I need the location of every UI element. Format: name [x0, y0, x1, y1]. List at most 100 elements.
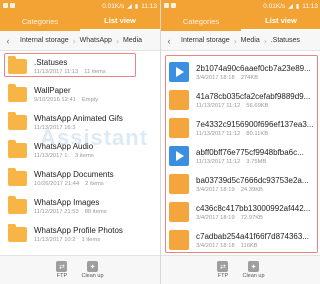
item-date: 11/13/2017 10:2: [34, 236, 76, 243]
tab-categories[interactable]: Categories: [161, 12, 241, 31]
item-size: 72.97KB: [240, 214, 263, 221]
item-name: WhatsApp Profile Photos: [34, 225, 123, 235]
item-size: 3.75MB: [246, 158, 267, 165]
item-name: WallPaper: [34, 85, 71, 95]
breadcrumb: ‹ Internal storage › Media › .Statuses: [161, 31, 320, 51]
folder-icon: [8, 139, 27, 158]
item-name: WhatsApp Animated Gifs: [34, 113, 123, 123]
item-name: .Statuses: [34, 57, 68, 67]
item-detail: Empty: [81, 96, 99, 103]
item-size: 24.39KB: [240, 186, 263, 193]
list-item[interactable]: abff0bff76e775cf9948bfba6c... 11/13/2017…: [161, 142, 320, 170]
image-thumbnail: [169, 118, 189, 138]
clean-up-label: Clean up: [242, 273, 265, 279]
item-name: 2b1074a90c6aaef0cb7a23e89...: [196, 63, 311, 73]
clean-up-label: Clean up: [81, 273, 104, 279]
list-item[interactable]: 7e4332c9156900f696ef137ea3... 11/13/2017…: [161, 114, 320, 142]
item-date: 9/10/2016 12:41: [34, 96, 76, 103]
ftp-icon: ⇄: [56, 261, 68, 272]
tab-list-view[interactable]: List view: [80, 12, 160, 31]
ftp-button[interactable]: ⇄ FTP: [56, 261, 68, 279]
list-item[interactable]: WallPaper 9/10/2016 12:41 Empty: [0, 80, 160, 108]
folder-icon: [8, 83, 27, 102]
crumb-internal-storage[interactable]: Internal storage: [16, 31, 73, 50]
tab-bar: Categories List view: [161, 12, 320, 31]
list-item[interactable]: 2b1074a90c6aaef0cb7a23e89... 3/4/2017 18…: [161, 58, 320, 86]
status-bar: 0.01K/s ◢ ▮ 11:13: [0, 0, 160, 12]
item-date: 11/13/2017 11:12: [196, 102, 241, 109]
clean-up-button[interactable]: ✦ Clean up: [81, 261, 104, 279]
watermark: Assistant: [40, 125, 149, 150]
video-thumbnail: [169, 62, 189, 82]
crumb-internal-storage[interactable]: Internal storage: [177, 31, 234, 50]
item-size: 56.69KB: [246, 102, 269, 109]
item-name: 41a78cb035cfa2cefabf9889d9...: [196, 91, 311, 101]
crumb-media[interactable]: Media: [237, 31, 264, 50]
broom-icon: ✦: [87, 261, 98, 272]
crumb-media[interactable]: Media: [119, 31, 146, 50]
item-name: WhatsApp Images: [34, 197, 100, 207]
item-detail: 88 items: [84, 208, 107, 215]
bottom-toolbar: ⇄ FTP ✦ Clean up: [161, 255, 320, 284]
image-thumbnail: [169, 230, 189, 250]
battery-icon: ▮: [295, 3, 300, 10]
item-name: c7adbab254a41f66f7d874363...: [196, 231, 309, 241]
item-name: abff0bff76e775cf9948bfba6c...: [196, 147, 304, 157]
list-item[interactable]: 41a78cb035cfa2cefabf9889d9... 11/13/2017…: [161, 86, 320, 114]
crumb-statuses[interactable]: .Statuses: [267, 31, 304, 50]
clock: 11:13: [302, 2, 318, 10]
folder-icon: [8, 223, 27, 242]
clean-up-button[interactable]: ✦ Clean up: [242, 261, 265, 279]
list-item[interactable]: WhatsApp Profile Photos 11/13/2017 10:2 1…: [0, 220, 160, 248]
item-detail: 2 items: [85, 180, 104, 187]
item-detail: 1 items: [81, 236, 101, 243]
wifi-icon: ◢: [127, 3, 132, 10]
item-date: 3/4/2017 18:19: [196, 214, 235, 221]
item-name: c436c8c417bb13000992af442...: [196, 203, 311, 213]
broom-icon: ✦: [248, 261, 259, 272]
battery-icon: ▮: [134, 3, 139, 10]
item-detail: 11 items: [84, 68, 106, 75]
image-thumbnail: [169, 174, 189, 194]
folder-icon: [8, 167, 27, 186]
notification-icons: [164, 3, 176, 8]
tab-bar: Categories List view: [0, 12, 160, 31]
folder-icon: [8, 55, 27, 74]
list-item[interactable]: ba03739d5c7666dc93753e2a... 3/4/2017 18:…: [161, 170, 320, 198]
tab-list-view[interactable]: List view: [241, 12, 320, 31]
bottom-toolbar: ⇄ FTP ✦ Clean up: [0, 255, 160, 284]
ftp-button[interactable]: ⇄ FTP: [217, 261, 229, 279]
item-date: 3/4/2017 18:18: [196, 242, 235, 249]
list-item[interactable]: WhatsApp Documents 10/26/2017 21:44 2 ite…: [0, 164, 160, 192]
ftp-icon: ⇄: [217, 261, 229, 272]
image-thumbnail: [169, 90, 189, 110]
list-item[interactable]: WhatsApp Images 11/12/2017 21:53 88 items: [0, 192, 160, 220]
item-date: 11/13/2017 1:: [34, 152, 70, 159]
right-screen: 0.01K/s ◢ ▮ 11:13 Categories List view ‹…: [160, 0, 320, 284]
crumb-whatsapp[interactable]: WhatsApp: [76, 31, 116, 50]
wifi-icon: ◢: [288, 3, 293, 10]
status-bar: 0.01K/s ◢ ▮ 11:13: [161, 0, 320, 12]
image-thumbnail: [169, 202, 189, 222]
file-list: 2b1074a90c6aaef0cb7a23e89... 3/4/2017 18…: [161, 58, 320, 254]
item-date: 10/26/2017 21:44: [34, 180, 80, 187]
item-date: 11/12/2017 21:53: [34, 208, 79, 215]
chevron-left-icon[interactable]: ‹: [0, 36, 16, 46]
tab-categories[interactable]: Categories: [0, 12, 80, 31]
breadcrumb: ‹ Internal storage › WhatsApp › Media: [0, 31, 160, 51]
list-item[interactable]: .Statuses 11/13/2017 11:13 11 items: [0, 52, 160, 80]
item-name: ba03739d5c7666dc93753e2a...: [196, 175, 309, 185]
item-date: 3/4/2017 18:19: [196, 186, 235, 193]
video-thumbnail: [169, 146, 189, 166]
ftp-label: FTP: [217, 273, 229, 279]
network-speed: 0.01K/s: [102, 2, 125, 10]
item-date: 11/13/2017 11:12: [196, 130, 241, 137]
item-size: 116KB: [240, 242, 258, 249]
list-item[interactable]: c436c8c417bb13000992af442... 3/4/2017 18…: [161, 198, 320, 226]
chevron-left-icon[interactable]: ‹: [161, 36, 177, 46]
list-item[interactable]: c7adbab254a41f66f7d874363... 3/4/2017 18…: [161, 226, 320, 254]
network-speed: 0.01K/s: [263, 2, 286, 10]
item-size: 274KB: [240, 74, 259, 81]
item-detail: 3 items: [75, 152, 94, 159]
item-date: 11/13/2017 11:12: [196, 158, 241, 165]
